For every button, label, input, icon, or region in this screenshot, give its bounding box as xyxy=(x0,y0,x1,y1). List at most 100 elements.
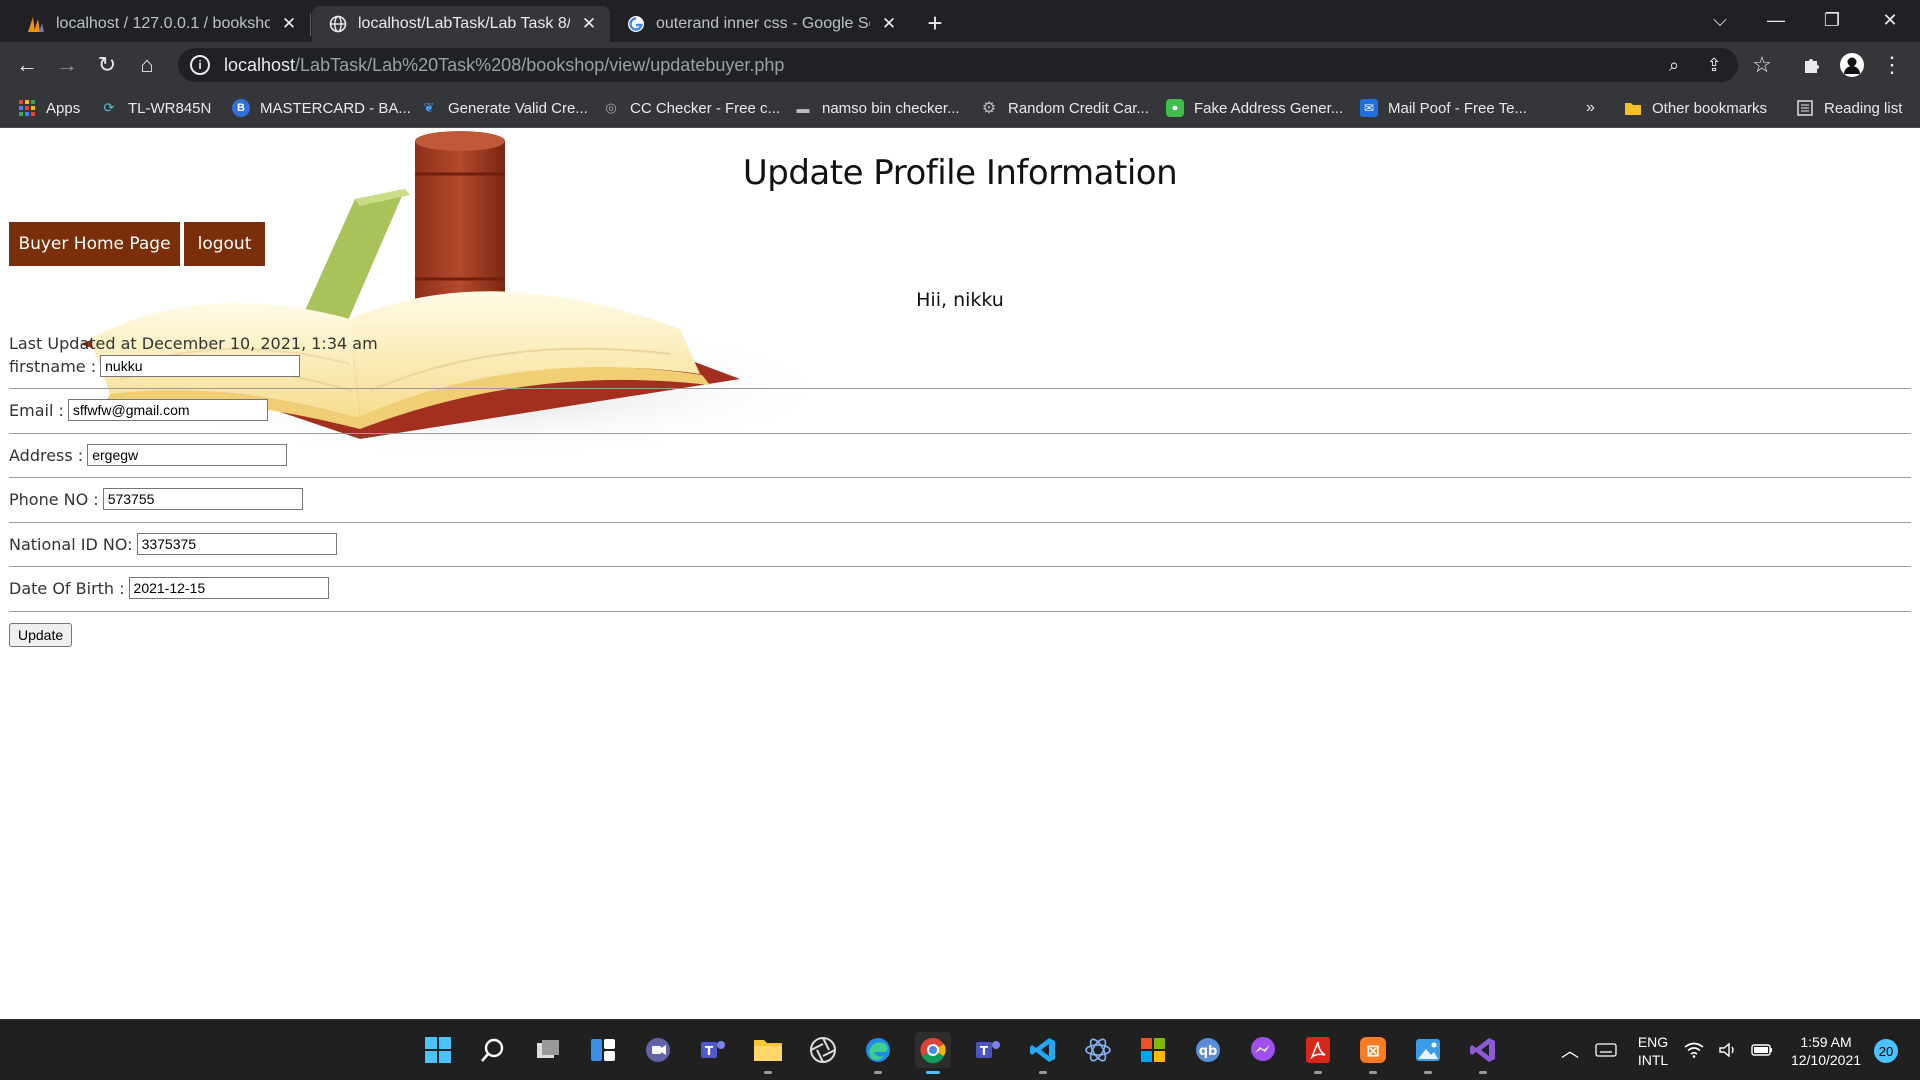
forward-arrow-icon[interactable]: → xyxy=(51,49,83,81)
tplink-icon: ⟳ xyxy=(103,100,115,115)
teams-icon[interactable]: T xyxy=(970,1032,1006,1068)
back-arrow-icon[interactable]: ← xyxy=(11,49,43,81)
tab-google-search[interactable]: outerand inner css - Google Sear ✕ xyxy=(610,6,910,42)
update-button[interactable]: Update xyxy=(9,623,73,647)
buyer-home-page-link[interactable]: Buyer Home Page xyxy=(9,222,180,266)
vscode-icon[interactable] xyxy=(1025,1032,1061,1074)
more-bookmarks-button[interactable]: » xyxy=(1586,97,1595,119)
acrobat-icon[interactable] xyxy=(1300,1032,1336,1074)
minimize-button[interactable]: — xyxy=(1748,0,1804,40)
tab-strip: localhost / 127.0.0.1 / bookshop ✕ local… xyxy=(0,0,1920,42)
show-hidden-icons-chevron-icon[interactable]: ︿ xyxy=(1552,1032,1588,1068)
language-indicator[interactable]: ENG INTL xyxy=(1628,1033,1678,1069)
running-indicator xyxy=(874,1071,882,1074)
email-input[interactable]: sffwfw@gmail.com xyxy=(67,399,268,421)
svg-text:T: T xyxy=(705,1044,714,1058)
reload-icon[interactable]: ↻ xyxy=(91,49,123,81)
running-indicator xyxy=(1424,1071,1432,1074)
edge-icon[interactable] xyxy=(860,1032,896,1074)
svg-text:T: T xyxy=(980,1044,989,1058)
clock[interactable]: 1:59 AM 12/10/2021 xyxy=(1786,1033,1866,1069)
tab-updatebuyer[interactable]: localhost/LabTask/Lab Task 8/bo ✕ xyxy=(312,6,610,42)
bookmark-generate-valid[interactable]: ❦ Generate Valid Cre... xyxy=(420,97,588,119)
restore-button[interactable]: ❐ xyxy=(1804,0,1860,40)
clock-time: 1:59 AM xyxy=(1800,1034,1852,1050)
extensions-puzzle-icon[interactable] xyxy=(1796,49,1828,81)
divider xyxy=(9,388,1911,389)
notification-count-badge[interactable]: 20 xyxy=(1874,1039,1898,1063)
wifi-icon[interactable] xyxy=(1682,1032,1706,1068)
bookmark-label: namso bin checker... xyxy=(822,99,960,117)
bookmark-fake-address[interactable]: ● Fake Address Gener... xyxy=(1166,97,1343,119)
messenger-icon[interactable] xyxy=(1245,1032,1281,1068)
active-indicator xyxy=(926,1071,940,1074)
keyboard-icon[interactable] xyxy=(1588,1032,1624,1068)
bookmark-mail-poof[interactable]: ✉ Mail Poof - Free Te... xyxy=(1360,97,1527,119)
bookmark-star-icon[interactable]: ☆ xyxy=(1746,49,1778,81)
logout-link[interactable]: logout xyxy=(184,222,265,266)
checker-icon: ◎ xyxy=(605,100,617,115)
close-icon[interactable]: ✕ xyxy=(878,13,900,35)
running-indicator xyxy=(1369,1071,1377,1074)
tab-search-chevron-icon[interactable]: ⌵ xyxy=(1692,0,1748,40)
phone-input[interactable]: 573755 xyxy=(102,488,303,510)
gear-icon: ⚙ xyxy=(981,100,997,117)
address-input[interactable]: ergegw xyxy=(87,444,288,466)
bookmark-tl-wr845n[interactable]: ⟳ TL-WR845N xyxy=(100,97,212,119)
teams-icon[interactable]: T xyxy=(695,1032,731,1068)
photos-icon[interactable] xyxy=(1410,1032,1446,1074)
page-content: Update Profile Information Buyer Home Pa… xyxy=(0,129,1920,1019)
search-icon[interactable] xyxy=(475,1032,511,1068)
greeting-text: Hii, nikku xyxy=(916,289,1004,311)
dob-row: Date Of Birth : 2021-12-15 xyxy=(9,577,329,599)
bookmark-random-credit[interactable]: ⚙ Random Credit Car... xyxy=(980,97,1149,119)
page-title: Update Profile Information xyxy=(742,153,1178,193)
firstname-input[interactable]: nukku xyxy=(100,355,301,377)
zoom-icon[interactable]: ⌕ xyxy=(1660,52,1688,78)
bookmark-namso[interactable]: ▬ namso bin checker... xyxy=(794,97,960,119)
url-text[interactable]: localhost/LabTask/Lab%20Task%208/booksho… xyxy=(224,55,784,76)
address-bar[interactable]: i localhost/LabTask/Lab%20Task%208/books… xyxy=(178,48,1738,82)
national-id-input[interactable]: 3375375 xyxy=(136,533,337,555)
namso-icon: ▬ xyxy=(796,100,810,116)
share-icon[interactable]: ⇪ xyxy=(1700,52,1728,78)
xampp-icon[interactable]: ⊠ xyxy=(1355,1032,1391,1074)
qbittorrent-icon[interactable]: qb xyxy=(1190,1032,1226,1068)
globe-icon xyxy=(328,14,348,34)
bookmark-cc-checker[interactable]: ◎ CC Checker - Free c... xyxy=(602,97,780,119)
new-tab-button[interactable]: + xyxy=(920,8,950,38)
national-id-label: National ID NO: xyxy=(9,534,133,554)
battery-icon[interactable] xyxy=(1748,1032,1776,1068)
microsoft-store-icon[interactable] xyxy=(1135,1032,1171,1068)
tab-phpmyadmin[interactable]: localhost / 127.0.0.1 / bookshop ✕ xyxy=(10,6,310,42)
bookmark-label: Mail Poof - Free Te... xyxy=(1388,99,1527,117)
volume-icon[interactable] xyxy=(1716,1032,1740,1068)
profile-avatar[interactable] xyxy=(1836,49,1868,81)
windows-start-icon[interactable] xyxy=(420,1032,456,1068)
close-icon[interactable]: ✕ xyxy=(578,13,600,35)
bookmark-label: TL-WR845N xyxy=(128,99,212,117)
aperture-app-icon[interactable] xyxy=(805,1032,841,1068)
file-explorer-icon[interactable] xyxy=(750,1032,786,1074)
chat-icon[interactable] xyxy=(640,1032,676,1068)
other-bookmarks[interactable]: Other bookmarks xyxy=(1624,97,1767,119)
bookmark-label: Fake Address Gener... xyxy=(1194,99,1344,117)
widgets-icon[interactable] xyxy=(585,1032,621,1068)
menu-kebab-icon[interactable]: ⋮ xyxy=(1876,49,1908,81)
bookmark-apps[interactable]: Apps xyxy=(18,97,80,119)
visual-studio-icon[interactable] xyxy=(1465,1032,1501,1074)
home-icon[interactable]: ⌂ xyxy=(131,49,163,81)
atom-app-icon[interactable] xyxy=(1080,1032,1116,1068)
chrome-icon[interactable] xyxy=(915,1032,951,1074)
address-row: Address : ergegw xyxy=(9,444,288,466)
site-info-icon[interactable]: i xyxy=(190,55,210,75)
reading-list[interactable]: Reading list xyxy=(1796,97,1902,119)
bookmark-label: MASTERCARD - BA... xyxy=(260,99,411,117)
task-view-icon[interactable] xyxy=(530,1032,566,1068)
running-indicator xyxy=(1314,1071,1322,1074)
close-icon[interactable]: ✕ xyxy=(278,13,300,35)
dob-input[interactable]: 2021-12-15 xyxy=(128,577,329,599)
bookmark-mastercard[interactable]: B MASTERCARD - BA... xyxy=(232,97,411,119)
tab-title: localhost/LabTask/Lab Task 8/bo xyxy=(358,15,570,32)
close-window-button[interactable]: ✕ xyxy=(1862,0,1918,40)
